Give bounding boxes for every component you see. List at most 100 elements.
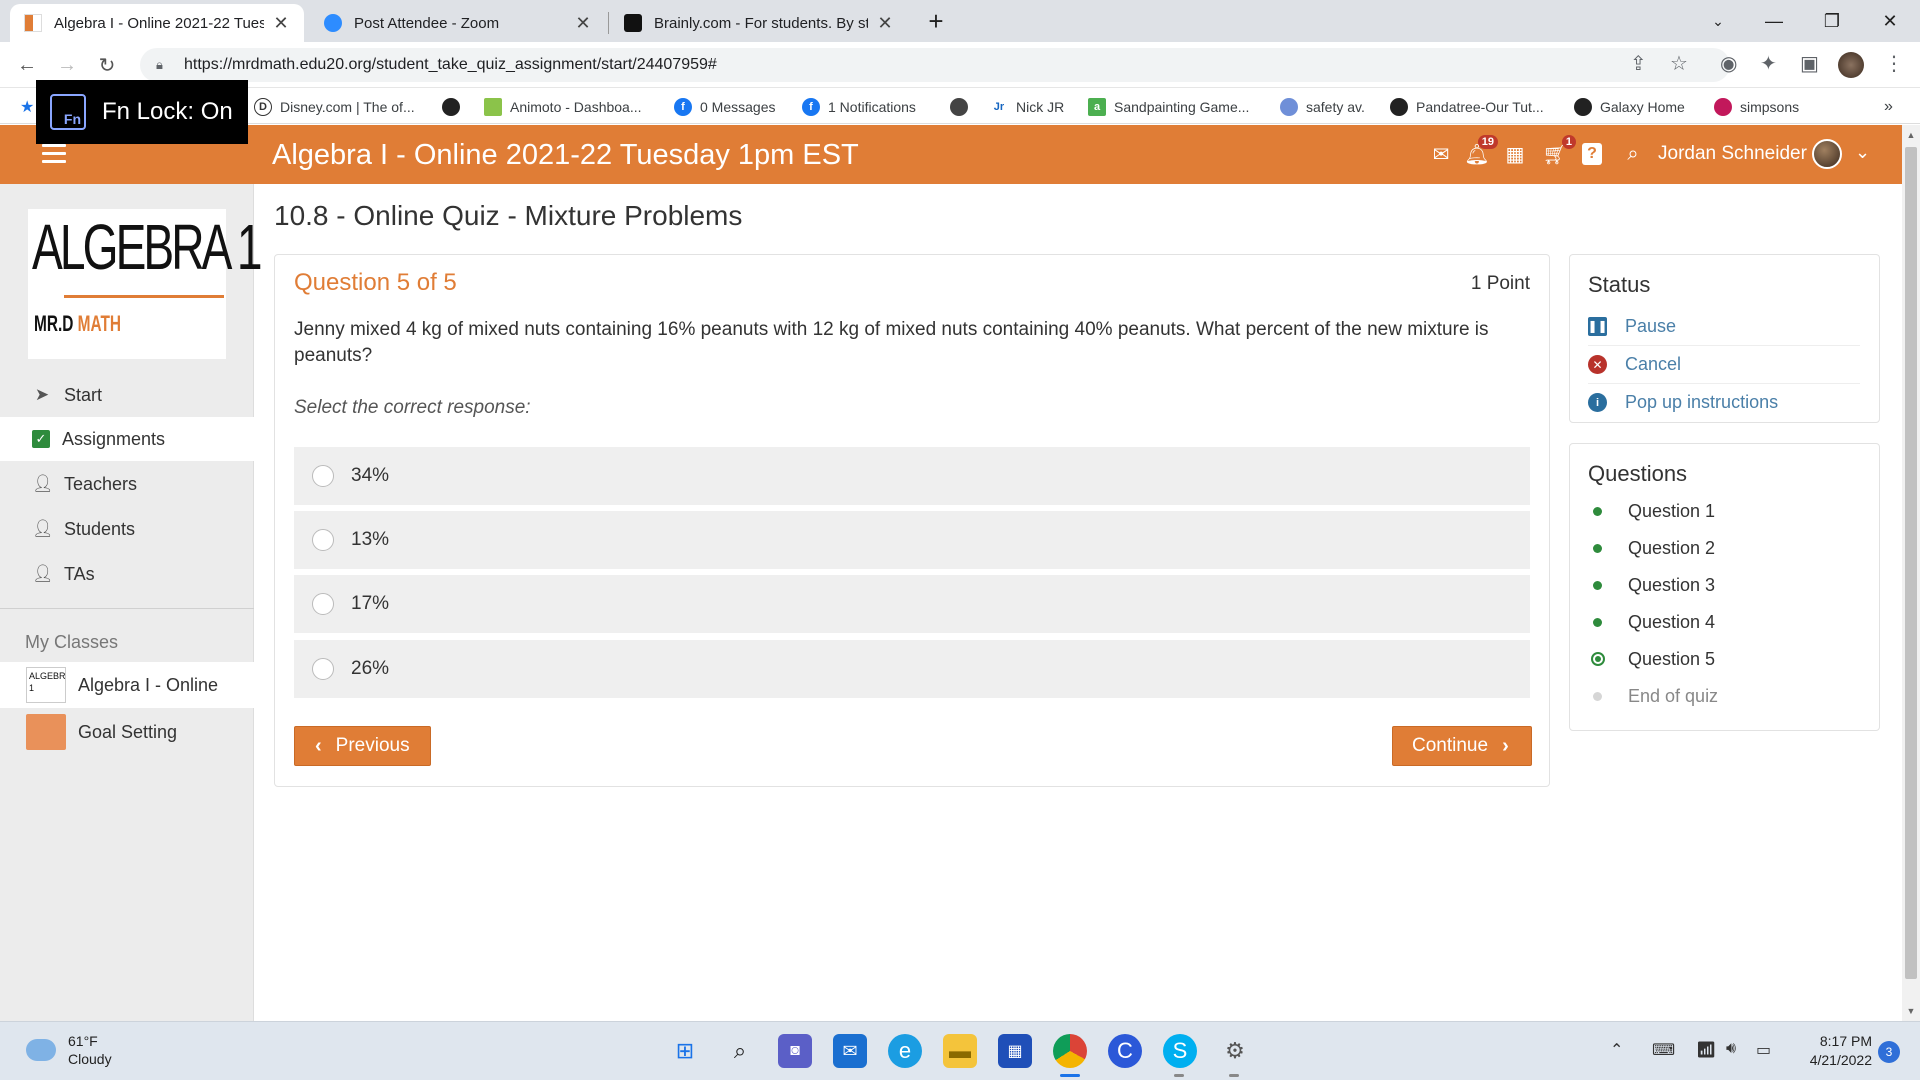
clock[interactable]: 8:17 PM 4/21/2022: [1788, 1032, 1872, 1070]
forward-arrow-icon[interactable]: →: [52, 50, 82, 80]
bookmark-star-icon[interactable]: ★: [20, 96, 34, 118]
extension-g-icon[interactable]: ◉: [1720, 51, 1737, 76]
popup-instructions-link[interactable]: i Pop up instructions: [1588, 383, 1860, 421]
chevron-up-icon[interactable]: ⌃: [1610, 1040, 1623, 1060]
close-tab-icon[interactable]: ✕: [272, 13, 290, 34]
radio-button[interactable]: [312, 465, 334, 487]
search-icon[interactable]: ⌕: [723, 1034, 757, 1068]
bookmark-star-icon[interactable]: ☆: [1670, 51, 1688, 76]
tab-search-chevron-icon[interactable]: ⌄: [1690, 0, 1746, 42]
tab-brainly[interactable]: Brainly.com - For students. By stu ✕: [610, 4, 908, 42]
tab-algebra[interactable]: Algebra I - Online 2021-22 Tuesd ✕: [10, 4, 304, 42]
question-nav-item[interactable]: Question 4: [1590, 607, 1715, 637]
bookmark-disney[interactable]: D Disney.com | The of...: [254, 96, 415, 118]
url-bar[interactable]: 🔒︎ https://mrdmath.edu20.org/student_tak…: [140, 48, 1730, 82]
side-panel-icon[interactable]: ▣: [1800, 51, 1819, 76]
user-name[interactable]: Jordan Schneider: [1658, 143, 1807, 165]
previous-button[interactable]: ‹ Previous: [294, 726, 431, 766]
store-icon[interactable]: ▦: [998, 1034, 1032, 1068]
close-tab-icon[interactable]: ✕: [876, 13, 894, 34]
chat-icon[interactable]: ◙: [778, 1034, 812, 1068]
scroll-down-icon[interactable]: ▼: [1902, 1003, 1920, 1019]
question-nav-item[interactable]: Question 1: [1590, 496, 1715, 526]
bookmark-pandatree[interactable]: Pandatree-Our Tut...: [1390, 96, 1544, 118]
calendar-icon[interactable]: ▦: [1502, 140, 1528, 168]
bookmark-safety[interactable]: safety av.: [1280, 96, 1365, 118]
extensions-puzzle-icon[interactable]: ✦: [1760, 51, 1777, 76]
class-item-goal-setting[interactable]: Goal Setting: [0, 709, 254, 755]
browser-menu-icon[interactable]: ⋮: [1884, 51, 1904, 76]
chrome-icon[interactable]: [1053, 1034, 1087, 1068]
url-text[interactable]: https://mrdmath.edu20.org/student_take_q…: [184, 56, 717, 74]
scroll-up-icon[interactable]: ▲: [1902, 127, 1920, 143]
page-scrollbar[interactable]: ▲ ▼: [1902, 125, 1920, 1021]
end-dot-icon: [1593, 691, 1602, 701]
sidebar-item-teachers[interactable]: 👤︎ Teachers: [0, 462, 254, 506]
mail-icon[interactable]: ✉: [1428, 140, 1454, 168]
hamburger-menu-icon[interactable]: [42, 144, 66, 164]
back-arrow-icon[interactable]: ←: [12, 50, 42, 80]
answer-choice[interactable]: 26%: [294, 640, 1530, 698]
share-icon[interactable]: ⇪: [1630, 51, 1647, 76]
sidebar-item-assignments[interactable]: ✓ Assignments: [0, 417, 254, 461]
search-icon[interactable]: ⌕: [1620, 140, 1646, 168]
settings-gear-icon[interactable]: ⚙: [1218, 1034, 1252, 1068]
chevron-down-icon[interactable]: ⌄: [1855, 142, 1870, 163]
cart-icon[interactable]: 🛒︎ 1: [1542, 135, 1576, 168]
bookmark-sandpainting[interactable]: a Sandpainting Game...: [1088, 96, 1249, 118]
wifi-icon[interactable]: 📶︎: [1696, 1040, 1716, 1060]
reload-icon[interactable]: ↻: [92, 50, 122, 80]
bookmark-globe[interactable]: [950, 96, 976, 118]
sidebar-item-tas[interactable]: 👤︎ TAs: [0, 552, 254, 596]
more-bookmarks-icon[interactable]: »: [1884, 96, 1893, 118]
tab-zoom[interactable]: Post Attendee - Zoom ✕: [310, 4, 606, 42]
mail-app-icon[interactable]: ✉: [833, 1034, 867, 1068]
question-nav-item-current[interactable]: Question 5: [1590, 644, 1715, 674]
bookmark-messages[interactable]: f 0 Messages: [674, 96, 775, 118]
bookmark-nickjr[interactable]: Jr Nick JR: [990, 96, 1064, 118]
help-icon[interactable]: ?: [1582, 143, 1602, 165]
continue-button[interactable]: Continue ›: [1392, 726, 1532, 766]
restore-button[interactable]: ❐: [1804, 0, 1860, 42]
user-avatar[interactable]: [1812, 139, 1842, 169]
brainly-favicon-icon: [624, 14, 642, 32]
keyboard-icon[interactable]: ⌨: [1652, 1040, 1675, 1060]
course-title[interactable]: Algebra I - Online 2021-22 Tuesday 1pm E…: [272, 139, 859, 172]
volume-icon[interactable]: 🔊︎: [1726, 1040, 1736, 1058]
end-of-quiz-item[interactable]: End of quiz: [1590, 681, 1718, 711]
edge-browser-icon[interactable]: e: [888, 1034, 922, 1068]
question-nav-item[interactable]: Question 2: [1590, 533, 1715, 563]
question-nav-item[interactable]: Question 3: [1590, 570, 1715, 600]
new-tab-button[interactable]: +: [916, 0, 956, 42]
bookmark-panda[interactable]: [442, 96, 468, 118]
bookmark-notifications[interactable]: f 1 Notifications: [802, 96, 916, 118]
cancel-link[interactable]: ✕ Cancel: [1588, 345, 1860, 383]
minimize-button[interactable]: —: [1746, 0, 1802, 42]
pause-link[interactable]: ❚❚ Pause: [1587, 307, 1860, 345]
answer-choice[interactable]: 17%: [294, 575, 1530, 633]
battery-icon[interactable]: ▭: [1756, 1040, 1771, 1060]
answer-choice[interactable]: 34%: [294, 447, 1530, 505]
scroll-thumb[interactable]: [1905, 147, 1917, 979]
skype-icon[interactable]: S: [1163, 1034, 1197, 1068]
app-c-icon[interactable]: C: [1108, 1034, 1142, 1068]
bell-icon[interactable]: 🔔︎ 19: [1464, 135, 1498, 168]
bookmark-label: Disney.com | The of...: [280, 99, 415, 115]
bookmark-animoto[interactable]: Animoto - Dashboa...: [484, 96, 642, 118]
radio-button[interactable]: [312, 593, 334, 615]
profile-avatar[interactable]: [1838, 52, 1864, 78]
weather-widget[interactable]: 61°F Cloudy: [26, 1032, 112, 1068]
notification-center-badge[interactable]: 3: [1878, 1041, 1900, 1063]
sidebar-item-start[interactable]: ➤ Start: [0, 373, 254, 417]
close-window-button[interactable]: ✕: [1862, 0, 1918, 42]
file-explorer-icon[interactable]: ▬: [943, 1034, 977, 1068]
answer-choice[interactable]: 13%: [294, 511, 1530, 569]
sidebar-item-students[interactable]: 👤︎ Students: [0, 507, 254, 551]
class-item-algebra[interactable]: ALGEBRA 1 Algebra I - Online: [0, 662, 254, 708]
bookmark-galaxy[interactable]: Galaxy Home: [1574, 96, 1685, 118]
close-tab-icon[interactable]: ✕: [574, 13, 592, 34]
bookmark-simpsons[interactable]: simpsons: [1714, 96, 1799, 118]
radio-button[interactable]: [312, 658, 334, 680]
radio-button[interactable]: [312, 529, 334, 551]
start-windows-icon[interactable]: ⊞: [668, 1034, 702, 1068]
